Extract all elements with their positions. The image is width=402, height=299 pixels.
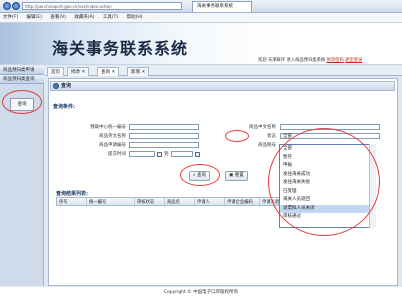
query-conditions-label: 查询条件: [53,104,75,110]
tab-query[interactable]: 查询 ✕ [97,67,120,76]
center-no-input[interactable] [129,124,199,130]
reset-icon: ▣ [229,173,234,178]
welcome-text: 欢迎 天津联环 进入商品预归类系统 [258,58,326,63]
status-option[interactable]: 暂存 [280,154,375,163]
dropdown-scrollbar[interactable] [369,144,376,228]
menu-file[interactable]: 文件(F) [3,15,18,20]
results-label: 查询结果列表: [56,191,89,197]
menu-favorites[interactable]: 收藏夹(A) [74,15,94,20]
change-password-link[interactable]: 修改密码 [327,58,344,63]
logout-link[interactable]: 退出登录 [345,58,362,63]
tab-edit[interactable]: 修改 ✕ [67,67,90,76]
calendar-icon[interactable] [195,152,200,157]
name-en-label: 商品英文名称 [99,134,126,139]
status-option[interactable]: 申报 [280,162,375,171]
submit-time-label: 提交时间 [108,152,126,157]
browser-tab[interactable]: 海关事务联系系统 [192,1,252,12]
search-icon: ⌕ [193,173,196,178]
sidebar-query-button[interactable]: 查询 [10,98,34,111]
status-select[interactable]: 全部 [280,133,380,139]
status-option-selected[interactable]: 退票拟人员关闭 [280,204,375,213]
app-title: 海关事务联系系统 [52,39,189,58]
status-option[interactable]: 发往海关失败 [280,179,375,188]
col-goods-name: 商品名 [165,198,195,207]
query-icon [53,83,59,89]
col-unified-no: 统一编号 [87,198,135,207]
reset-button[interactable]: ▣ 重置 [225,171,248,181]
panel-title: 查询 [50,81,395,91]
name-en-input[interactable] [129,133,199,139]
close-icon[interactable]: ✕ [81,70,85,75]
close-icon[interactable]: ✕ [111,70,115,75]
col-audit-status: 审核状态 [135,198,165,207]
status-dropdown-list: 全部 暂存 申报 发往海关成功 发往海关失败 已受理 海关人员退回 退票拟人员关… [279,144,376,228]
calendar-icon[interactable] [157,152,162,157]
results-table-header: 序号 统一编号 审核状态 商品名 申请人 申请企业编码 申请人退 [56,197,282,207]
status-option[interactable]: 审核通过 [280,213,375,222]
sidebar-item-apply[interactable]: 商品预归类申请 [0,66,44,75]
tab-add[interactable]: 新增 ✕ [127,67,150,76]
footer: Copyright © 中国电子口岸版权所有 [0,287,402,299]
col-company-code: 申请企业编码 [225,198,260,207]
center-no-label: 预裁中心统一编号 [90,125,126,130]
col-seq: 序号 [57,198,87,207]
address-bar[interactable]: http://pw.chinaport.gov.cn/xxx/index.act… [22,2,182,10]
search-button[interactable]: ⌕ 查询 [189,171,210,181]
sidebar-item-query[interactable]: 商品预归类查询 [0,75,44,84]
menu-tools[interactable]: 工具(T) [103,15,118,20]
status-option[interactable]: 已受理 [280,188,375,197]
code-label: 商品税号 [258,143,276,148]
close-icon[interactable]: ✕ [141,70,145,75]
status-option[interactable]: 发往海关成功 [280,171,375,180]
welcome-bar: 欢迎 天津联环 进入商品预归类系统 修改密码 退出登录 [258,57,362,63]
browser-menu-bar: 文件(F) 编辑(E) 查看(V) 收藏夹(A) 工具(T) 帮助(H) [0,13,402,23]
apply-no-label: 商品申请编号 [99,143,126,148]
tab-label: 修改 [71,70,80,75]
forward-icon[interactable] [12,2,20,10]
menu-edit[interactable]: 编辑(E) [27,15,42,20]
apply-no-input[interactable] [129,142,199,148]
col-applicant: 申请人 [195,198,225,207]
name-cn-input[interactable] [280,124,380,130]
time-separator: 到 [164,152,169,157]
status-option[interactable]: 海关人员退回 [280,196,375,205]
name-cn-label: 商品中文名称 [249,125,276,130]
menu-help[interactable]: 帮助(H) [127,15,143,20]
back-icon[interactable] [3,2,11,10]
tab-bar: 首页 修改 ✕ 查询 ✕ 新增 ✕ [45,66,402,76]
start-date-input[interactable] [129,151,155,157]
status-option[interactable]: 全部 [280,145,375,154]
tab-home[interactable]: 首页 [47,67,64,76]
tab-label: 新增 [131,70,140,75]
tab-label: 查询 [101,70,110,75]
end-date-input[interactable] [171,151,193,157]
status-label: 状态 [267,134,276,139]
menu-view[interactable]: 查看(V) [50,15,66,20]
